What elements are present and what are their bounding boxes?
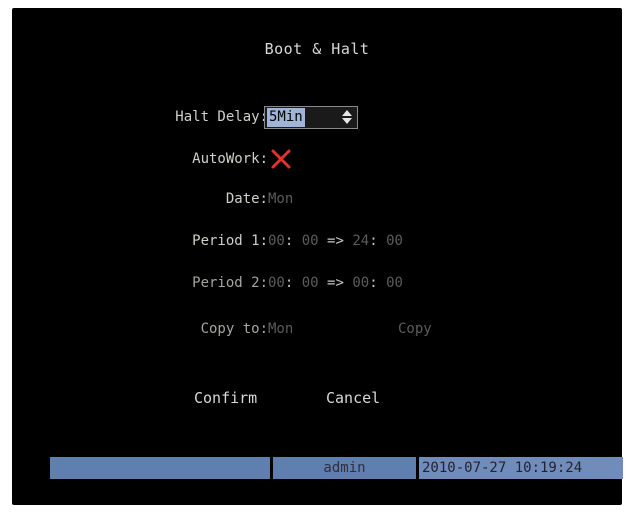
period-2-arrow: => bbox=[327, 275, 344, 291]
status-user: admin bbox=[273, 457, 416, 479]
time-colon: : bbox=[284, 275, 294, 291]
copy-to-row: Copy to: Mon Copy bbox=[12, 318, 622, 342]
time-colon: : bbox=[369, 275, 378, 291]
period-2-row: Period 2: 00: 00 => 00: 00 bbox=[12, 272, 622, 296]
copy-to-label: Copy to: bbox=[200, 321, 268, 337]
autowork-row: AutoWork: bbox=[12, 148, 622, 172]
date-label: Date: bbox=[225, 191, 268, 207]
confirm-button[interactable]: Confirm bbox=[194, 389, 257, 407]
date-value[interactable]: Mon bbox=[268, 191, 293, 207]
halt-delay-label: Halt Delay: bbox=[175, 109, 268, 125]
period-2-end-minute[interactable]: 00 bbox=[386, 275, 403, 291]
date-row: Date: Mon bbox=[12, 188, 622, 212]
status-bar: admin 2010-07-27 10:19:24 bbox=[50, 457, 623, 479]
copy-to-value[interactable]: Mon bbox=[268, 321, 293, 337]
period-2-start-minute[interactable]: 00 bbox=[302, 275, 319, 291]
halt-delay-select[interactable]: 5Min bbox=[264, 106, 358, 129]
dialog-title: Boot & Halt bbox=[264, 40, 370, 58]
button-row: Confirm Cancel bbox=[12, 389, 622, 413]
cancel-button[interactable]: Cancel bbox=[326, 389, 380, 407]
period-1-time: 00: 00 => 24: 00 bbox=[268, 233, 403, 249]
period-1-start-minute[interactable]: 00 bbox=[302, 233, 319, 249]
status-segment-blank bbox=[50, 457, 270, 479]
period-2-label: Period 2: bbox=[192, 275, 268, 291]
cross-icon[interactable] bbox=[270, 148, 292, 170]
period-1-start-hour[interactable]: 00 bbox=[268, 233, 285, 249]
halt-delay-value: 5Min bbox=[267, 108, 305, 127]
time-colon: : bbox=[284, 233, 294, 249]
period-2-end-hour[interactable]: 00 bbox=[352, 275, 369, 291]
period-1-label: Period 1: bbox=[192, 233, 268, 249]
dvr-screen: Boot & Halt Halt Delay: 5Min AutoWork: D… bbox=[12, 8, 623, 505]
autowork-label: AutoWork: bbox=[192, 151, 268, 167]
period-2-time: 00: 00 => 00: 00 bbox=[268, 275, 403, 291]
period-1-end-minute[interactable]: 00 bbox=[386, 233, 403, 249]
period-1-row: Period 1: 00: 00 => 24: 00 bbox=[12, 230, 622, 254]
period-1-arrow: => bbox=[327, 233, 344, 249]
spinner-arrows-icon[interactable] bbox=[341, 109, 353, 125]
period-1-end-hour[interactable]: 24 bbox=[352, 233, 369, 249]
time-colon: : bbox=[369, 233, 378, 249]
copy-button[interactable]: Copy bbox=[398, 321, 432, 337]
status-datetime: 2010-07-27 10:19:24 bbox=[419, 457, 623, 479]
period-2-start-hour[interactable]: 00 bbox=[268, 275, 285, 291]
halt-delay-row: Halt Delay: 5Min bbox=[12, 106, 622, 130]
